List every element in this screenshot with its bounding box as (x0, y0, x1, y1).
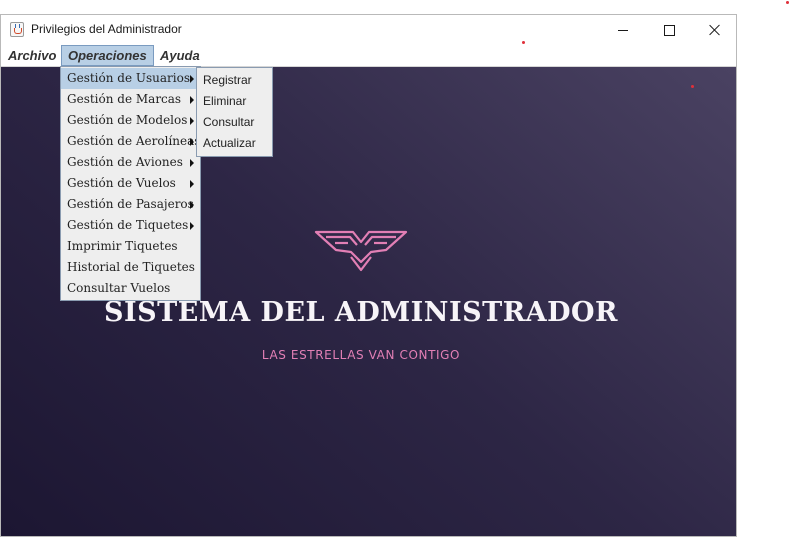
cursor-dot (522, 41, 525, 44)
menu-item-label: Gestión de Aerolíneas (67, 134, 201, 148)
menu-item-gestion-modelos[interactable]: Gestión de Modelos (61, 110, 200, 131)
cursor-dot (691, 85, 694, 88)
close-icon (709, 24, 721, 36)
title-bar: Privilegios del Administrador (1, 15, 736, 45)
menu-item-label: Gestión de Pasajeros (67, 197, 194, 211)
close-button[interactable] (692, 15, 736, 45)
menu-item-gestion-aerolineas[interactable]: Gestión de Aerolíneas (61, 131, 200, 152)
minimize-icon (618, 29, 628, 31)
menu-operaciones[interactable]: Operaciones (61, 45, 154, 66)
menu-bar: Archivo Operaciones Ayuda (1, 45, 736, 67)
menu-item-label: Consultar Vuelos (67, 281, 171, 295)
menu-item-gestion-usuarios[interactable]: Gestión de Usuarios (61, 68, 200, 89)
submenu-item-eliminar[interactable]: Eliminar (197, 91, 272, 112)
usuarios-submenu: Registrar Eliminar Consultar Actualizar (196, 67, 273, 157)
menu-ayuda[interactable]: Ayuda (154, 45, 206, 66)
submenu-item-registrar[interactable]: Registrar (197, 70, 272, 91)
menu-item-gestion-aviones[interactable]: Gestión de Aviones (61, 152, 200, 173)
menu-item-gestion-pasajeros[interactable]: Gestión de Pasajeros (61, 194, 200, 215)
menu-item-label: Gestión de Usuarios (67, 71, 190, 85)
submenu-arrow-icon (190, 75, 194, 83)
operaciones-dropdown: Gestión de Usuarios Gestión de Marcas Ge… (60, 66, 201, 301)
menu-archivo[interactable]: Archivo (2, 45, 62, 66)
subtitle: LAS ESTRELLAS VAN CONTIGO (261, 348, 461, 362)
minimize-button[interactable] (600, 15, 646, 45)
main-title: SISTEMA DEL ADMINISTRADOR (104, 297, 618, 328)
menu-item-label: Gestión de Tiquetes (67, 218, 189, 232)
submenu-arrow-icon (190, 159, 194, 167)
submenu-item-consultar[interactable]: Consultar (197, 112, 272, 133)
maximize-button[interactable] (646, 15, 692, 45)
window-title: Privilegios del Administrador (31, 22, 182, 36)
submenu-arrow-icon (190, 201, 194, 209)
menu-item-label: Gestión de Marcas (67, 92, 182, 106)
java-cup-icon (10, 22, 24, 37)
menu-item-label: Gestión de Modelos (67, 113, 188, 127)
menu-item-label: Gestión de Aviones (67, 155, 183, 169)
menu-item-label: Gestión de Vuelos (67, 176, 176, 190)
submenu-item-actualizar[interactable]: Actualizar (197, 133, 272, 154)
menu-item-imprimir-tiquetes[interactable]: Imprimir Tiquetes (61, 236, 200, 257)
menu-item-historial-tiquetes[interactable]: Historial de Tiquetes (61, 257, 200, 278)
menu-item-gestion-tiquetes[interactable]: Gestión de Tiquetes (61, 215, 200, 236)
submenu-arrow-icon (190, 117, 194, 125)
cursor-dot (786, 1, 789, 4)
maximize-icon (663, 24, 675, 36)
menu-item-consultar-vuelos[interactable]: Consultar Vuelos (61, 278, 200, 299)
submenu-arrow-icon (190, 222, 194, 230)
eagle-wings-logo (314, 230, 408, 272)
submenu-arrow-icon (190, 138, 194, 146)
menu-item-label: Imprimir Tiquetes (67, 239, 178, 253)
submenu-arrow-icon (190, 96, 194, 104)
menu-item-gestion-marcas[interactable]: Gestión de Marcas (61, 89, 200, 110)
menu-item-gestion-vuelos[interactable]: Gestión de Vuelos (61, 173, 200, 194)
menu-item-label: Historial de Tiquetes (67, 260, 195, 274)
submenu-arrow-icon (190, 180, 194, 188)
